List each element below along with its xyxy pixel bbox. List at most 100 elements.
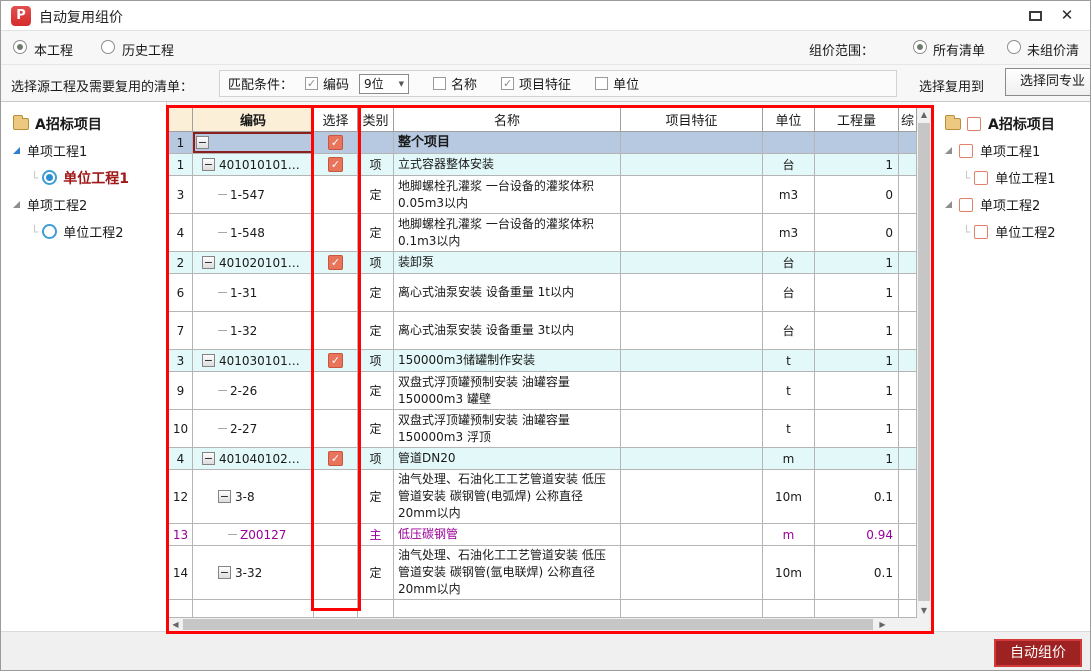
select-cell[interactable] [314,214,358,252]
radio-all-lists[interactable] [913,40,927,54]
scroll-up-icon[interactable]: ▲ [917,108,931,122]
select-cell[interactable] [314,470,358,524]
code-cell[interactable]: 1-31 [193,274,314,312]
column-header-feature[interactable]: 项目特征 [621,108,763,132]
select-cell[interactable] [314,410,358,448]
checkbox-code-label[interactable]: 编码 [323,74,349,93]
select-same-major-button[interactable]: 选择同专业 [1005,68,1091,96]
radio-all-lists-label[interactable]: 所有清单 [933,40,985,59]
tree-node[interactable]: └单位工程1 [933,164,1091,191]
scroll-left-icon[interactable]: ◀ [169,618,182,631]
tree-node[interactable]: └单位工程1 [1,164,166,191]
select-cell[interactable] [314,176,358,214]
code-cell[interactable]: −3-8 [193,470,314,524]
row-select-checkbox[interactable]: ✓ [328,255,343,270]
code-cell[interactable]: 1-548 [193,214,314,252]
row-select-checkbox[interactable]: ✓ [328,353,343,368]
select-cell[interactable] [314,372,358,410]
checkbox-unit[interactable] [595,77,608,90]
checkbox-feature-label[interactable]: 项目特征 [519,74,571,93]
table-row[interactable]: 102-27定双盘式浮顶罐预制安装 油罐容量 150000m3 浮顶t1 [169,410,917,448]
tree-radio[interactable] [42,224,57,239]
collapse-toggle-icon[interactable]: − [218,490,231,503]
select-cell[interactable]: ✓ [314,132,358,154]
tree-checkbox[interactable] [959,198,973,212]
tree-checkbox[interactable] [967,117,981,131]
radio-history-project[interactable] [101,40,115,54]
tree-checkbox[interactable] [974,171,988,185]
tree-node[interactable]: 单项工程2 [933,191,1091,218]
code-cell[interactable]: −401020101… [193,252,314,274]
horizontal-scroll-thumb[interactable] [183,619,873,630]
code-cell[interactable]: Z00127 [193,524,314,546]
code-digits-dropdown[interactable]: 9位 ▼ [359,74,409,94]
table-row[interactable]: 14−3-32定油气处理、石油化工工艺管道安装 低压管道安装 碳钢管(氩电联焊)… [169,546,917,600]
code-cell[interactable]: 2-26 [193,372,314,410]
column-header-cat[interactable]: 类别 [358,108,394,132]
tree-checkbox[interactable] [959,144,973,158]
column-header-extra[interactable]: 综 [899,108,917,132]
tree-node-label[interactable]: 单项工程1 [980,141,1040,160]
table-row[interactable]: 1−✓整个项目 [169,132,917,154]
tree-node-label[interactable]: 单项工程1 [27,141,87,160]
horizontal-scrollbar[interactable]: ◀ ▶ [169,618,917,631]
tree-node-label[interactable]: 单位工程1 [63,168,129,188]
table-row[interactable]: 71-32定离心式油泵安装 设备重量 3t以内台1 [169,312,917,350]
tree-node[interactable]: A招标项目 [1,110,166,137]
expand-arrow-icon[interactable] [945,201,952,208]
column-header-name[interactable]: 名称 [394,108,621,132]
select-cell[interactable] [314,546,358,600]
table-row[interactable]: 61-31定离心式油泵安装 设备重量 1t以内台1 [169,274,917,312]
code-cell[interactable]: −401010101… [193,154,314,176]
table-row[interactable]: 41-548定地脚螺栓孔灌浆 一台设备的灌浆体积 0.1m3以内m30 [169,214,917,252]
tree-node-label[interactable]: 单位工程2 [995,222,1055,241]
select-cell[interactable]: ✓ [314,448,358,470]
column-header-select[interactable]: 选择 [314,108,358,132]
table-row[interactable]: 13Z00127主低压碳钢管m0.94 [169,524,917,546]
tree-node-label[interactable]: 单位工程1 [995,168,1055,187]
table-row[interactable]: 2−401020101…✓项装卸泵台1 [169,252,917,274]
select-cell[interactable] [314,524,358,546]
checkbox-code[interactable]: ✓ [305,77,318,90]
code-cell[interactable]: − [193,132,314,154]
table-row[interactable]: 4−401040102…✓项管道DN20m1 [169,448,917,470]
collapse-toggle-icon[interactable]: − [196,136,209,149]
tree-radio[interactable] [42,170,57,185]
checkbox-name-label[interactable]: 名称 [451,74,477,93]
tree-node[interactable]: 单项工程2 [1,191,166,218]
radio-current-project-label[interactable]: 本工程 [34,40,73,59]
select-cell[interactable] [314,312,358,350]
table-row[interactable]: 1−401010101…✓项立式容器整体安装台1 [169,154,917,176]
close-icon[interactable]: ✕ [1058,6,1076,24]
column-header-code[interactable]: 编码 [193,108,314,132]
code-cell[interactable]: −401040102… [193,448,314,470]
tree-checkbox[interactable] [974,225,988,239]
tree-node[interactable]: └单位工程2 [1,218,166,245]
maximize-icon[interactable] [1029,11,1042,21]
vertical-scroll-thumb[interactable] [918,123,930,601]
select-cell[interactable] [314,274,358,312]
row-select-checkbox[interactable]: ✓ [328,157,343,172]
code-cell[interactable]: 2-27 [193,410,314,448]
collapse-toggle-icon[interactable]: − [218,566,231,579]
radio-unpriced-lists-label[interactable]: 未组价清 [1027,40,1079,59]
collapse-toggle-icon[interactable]: − [202,256,215,269]
tree-node[interactable]: A招标项目 [933,110,1091,137]
expand-arrow-icon[interactable] [13,147,20,154]
radio-current-project[interactable] [13,40,27,54]
code-cell[interactable]: −401030101… [193,350,314,372]
tree-node-label[interactable]: 单位工程2 [63,222,123,241]
collapse-toggle-icon[interactable]: − [202,452,215,465]
checkbox-unit-label[interactable]: 单位 [613,74,639,93]
vertical-scrollbar[interactable]: ▲ ▼ [917,108,931,618]
scroll-down-icon[interactable]: ▼ [917,604,931,618]
code-cell[interactable]: −3-32 [193,546,314,600]
column-header-unit[interactable]: 单位 [763,108,815,132]
column-header-qty[interactable]: 工程量 [815,108,899,132]
checkbox-name[interactable] [433,77,446,90]
auto-pricing-button[interactable]: 自动组价 [994,639,1082,667]
expand-arrow-icon[interactable] [945,147,952,154]
collapse-toggle-icon[interactable]: − [202,354,215,367]
table-row[interactable]: 92-26定双盘式浮顶罐预制安装 油罐容量 150000m3 罐壁t1 [169,372,917,410]
code-cell[interactable]: 1-547 [193,176,314,214]
